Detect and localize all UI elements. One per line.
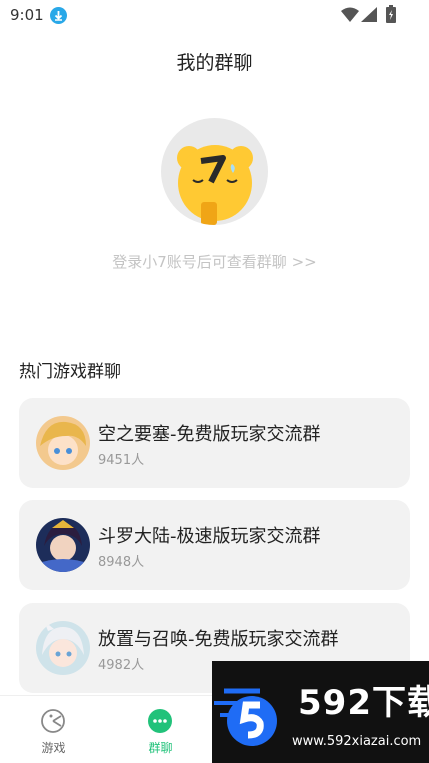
status-bar: 9:01 xyxy=(0,0,429,30)
login-link[interactable]: 登录小7账号后可查看群聊 >> xyxy=(0,251,429,272)
tab-chats[interactable]: 群聊 xyxy=(107,696,214,763)
game-avatar xyxy=(36,621,90,675)
group-name: 空之要塞-免费版玩家交流群 xyxy=(98,424,321,445)
status-time: 9:01 xyxy=(10,6,44,24)
download-icon xyxy=(50,7,67,24)
group-member-count: 4982人 xyxy=(98,658,145,673)
game-icon xyxy=(40,708,66,734)
signal-icon xyxy=(361,7,377,26)
game-avatar xyxy=(36,416,90,470)
group-card[interactable]: 斗罗大陆-极速版玩家交流群 8948人 xyxy=(19,500,410,590)
watermark: 592下载 www.592xiazai.com xyxy=(212,661,429,763)
page-title: 我的群聊 xyxy=(176,52,253,74)
group-member-count: 9451人 xyxy=(98,453,145,468)
battery-icon xyxy=(386,5,396,27)
chat-icon xyxy=(147,708,173,734)
game-avatar xyxy=(36,518,90,572)
watermark-url: www.592xiazai.com xyxy=(292,734,422,749)
wifi-icon xyxy=(341,7,359,26)
tab-chats-label: 群聊 xyxy=(148,741,173,755)
mascot-avatar[interactable] xyxy=(161,118,268,225)
group-name: 斗罗大陆-极速版玩家交流群 xyxy=(98,526,321,547)
section-title: 热门游戏群聊 xyxy=(19,362,121,382)
group-name: 放置与召唤-免费版玩家交流群 xyxy=(98,629,339,650)
group-card[interactable]: 空之要塞-免费版玩家交流群 9451人 xyxy=(19,398,410,488)
watermark-logo xyxy=(214,688,277,746)
tab-games-label: 游戏 xyxy=(41,741,66,755)
group-member-count: 8948人 xyxy=(98,555,145,570)
tab-games[interactable]: 游戏 xyxy=(0,696,107,763)
watermark-brand: 592下载 xyxy=(298,683,429,723)
